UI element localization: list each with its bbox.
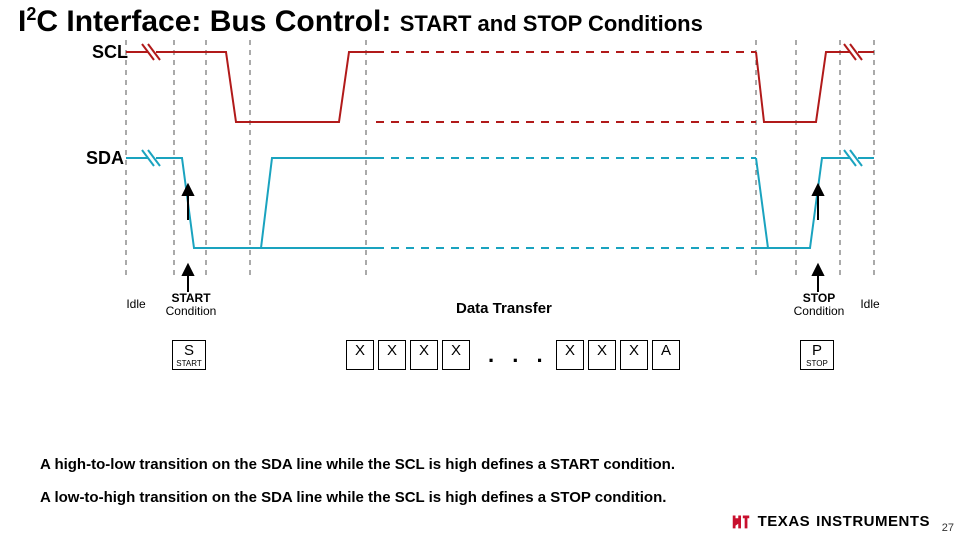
slide-title: I2C Interface: Bus Control: START and ST… bbox=[18, 4, 703, 39]
phase-data: Data Transfer bbox=[456, 300, 552, 317]
notes: A high-to-low transition on the SDA line… bbox=[40, 448, 675, 514]
box-bit-6: X bbox=[620, 340, 648, 370]
brand-word-1: TEXAS bbox=[758, 513, 811, 530]
box-stop: P STOP bbox=[800, 340, 834, 370]
timing-diagram: SCL SDA bbox=[56, 40, 906, 390]
phase-start: START Condition bbox=[164, 292, 218, 318]
brand-word-2: INSTRUMENTS bbox=[816, 513, 930, 530]
note-stop: A low-to-high transition on the SDA line… bbox=[40, 481, 675, 514]
box-start: S START bbox=[172, 340, 206, 370]
box-ellipsis: . . . bbox=[488, 342, 549, 368]
page-number: 27 bbox=[942, 522, 954, 534]
box-bit-0: X bbox=[346, 340, 374, 370]
title-super: 2 bbox=[26, 4, 36, 24]
title-suffix: C Interface: Bus Control: bbox=[36, 5, 391, 38]
box-bit-4: X bbox=[556, 340, 584, 370]
box-bit-1: X bbox=[378, 340, 406, 370]
waveform-svg bbox=[56, 40, 906, 300]
phase-stop: STOP Condition bbox=[792, 292, 846, 318]
box-bit-7: A bbox=[652, 340, 680, 370]
phase-idle-right: Idle bbox=[850, 298, 890, 311]
box-bit-3: X bbox=[442, 340, 470, 370]
phase-idle-left: Idle bbox=[116, 298, 156, 311]
box-bit-2: X bbox=[410, 340, 438, 370]
brand-logo: TEXAS INSTRUMENTS bbox=[730, 510, 930, 532]
box-bit-5: X bbox=[588, 340, 616, 370]
title-subtitle: START and STOP Conditions bbox=[400, 11, 703, 36]
note-start: A high-to-low transition on the SDA line… bbox=[40, 448, 675, 481]
ti-icon bbox=[730, 510, 752, 532]
